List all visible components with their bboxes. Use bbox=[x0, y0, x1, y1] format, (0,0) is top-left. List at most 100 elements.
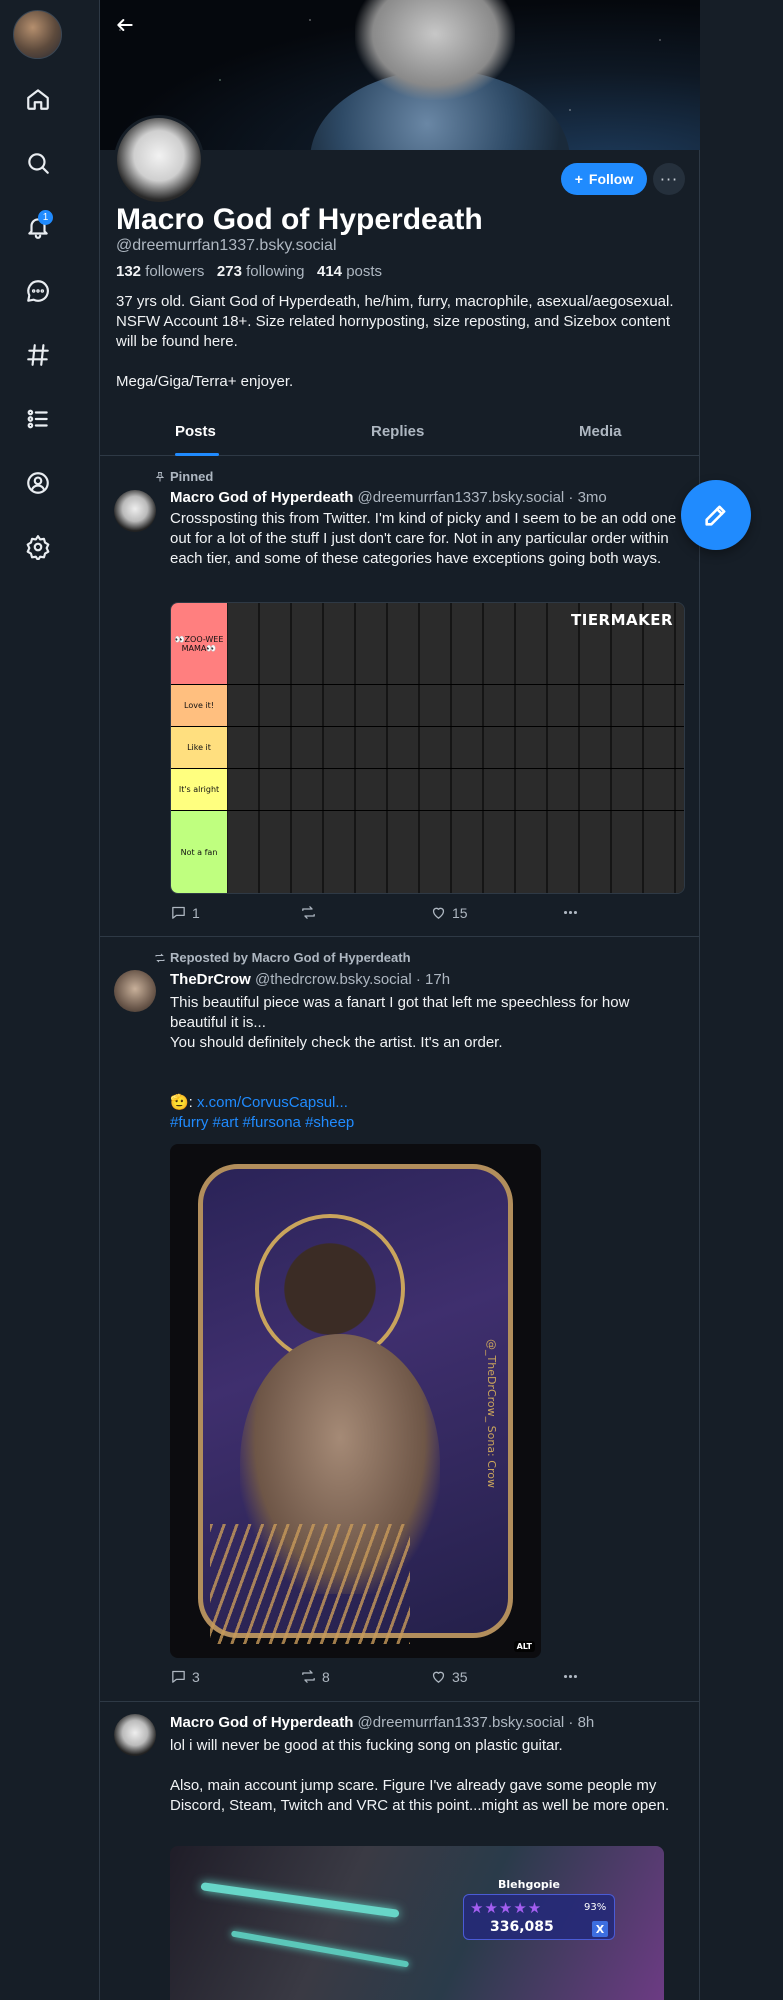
game-score-hud: ★★★★★ 93% 336,085 X bbox=[463, 1894, 615, 1940]
like-button[interactable]: 15 bbox=[430, 904, 468, 921]
game-light-stripe bbox=[200, 1882, 400, 1918]
post-author-meta[interactable]: @dreemurrfan1337.bsky.social · 8h bbox=[358, 1714, 595, 1731]
post-header: Macro God of Hyperdeath @dreemurrfan1337… bbox=[170, 489, 607, 506]
lists-icon[interactable] bbox=[19, 400, 57, 438]
posts-count: 414 posts bbox=[317, 263, 383, 280]
tab-posts[interactable]: Posts bbox=[175, 423, 216, 440]
post-author-avatar[interactable] bbox=[114, 1714, 156, 1756]
following-link[interactable]: 273 following bbox=[217, 263, 305, 280]
reply-button[interactable]: 1 bbox=[170, 904, 200, 921]
post-hashtags[interactable]: #furry #art #fursona #sheep bbox=[170, 1113, 685, 1133]
tier-items bbox=[228, 685, 684, 726]
compose-post-button[interactable] bbox=[681, 480, 751, 550]
post-author-name[interactable]: Macro God of Hyperdeath bbox=[170, 489, 353, 506]
tier-row: Love it! bbox=[171, 685, 684, 727]
search-icon[interactable] bbox=[19, 144, 57, 182]
alt-badge[interactable]: ALT bbox=[513, 1641, 535, 1652]
profile-tabs: Posts Replies Media bbox=[100, 412, 700, 456]
post-author-meta[interactable]: @dreemurrfan1337.bsky.social · 3mo bbox=[358, 489, 607, 506]
art-signature: @_TheDrCrow_ Sona: Crow bbox=[485, 1339, 498, 1488]
post-header: TheDrCrow @thedrcrow.bsky.social · 17h bbox=[170, 971, 450, 988]
post-actions: 3 8 35 bbox=[170, 1668, 590, 1688]
settings-gear-icon[interactable] bbox=[19, 528, 57, 566]
repost-button[interactable]: 8 bbox=[300, 1668, 330, 1685]
follow-button-label: Follow bbox=[588, 171, 634, 187]
left-sidebar: 1 bbox=[0, 0, 76, 2000]
tier-row: Not a fan bbox=[171, 811, 684, 893]
profile-avatar[interactable] bbox=[114, 115, 204, 205]
post-text: This beautiful piece was a fanart I got … bbox=[170, 994, 630, 1051]
like-button[interactable]: 35 bbox=[430, 1668, 468, 1685]
tier-label: It's alright bbox=[171, 769, 227, 810]
repost-small-icon bbox=[155, 953, 165, 962]
chat-icon[interactable] bbox=[19, 272, 57, 310]
home-icon[interactable] bbox=[19, 80, 57, 118]
post-text: Crossposting this from Twitter. I'm kind… bbox=[170, 510, 677, 567]
plus-icon: + bbox=[574, 171, 583, 187]
game-light-stripe bbox=[230, 1930, 410, 1968]
fanart-image[interactable]: @_TheDrCrow_ Sona: Crow ALT bbox=[170, 1144, 541, 1658]
repost-icon bbox=[302, 906, 315, 919]
notifications-icon[interactable]: 1 bbox=[19, 208, 57, 246]
tier-label: Not a fan bbox=[171, 811, 227, 893]
compose-pencil-icon bbox=[705, 505, 726, 526]
tier-row: 👀ZOO-WEE MAMA👀 TIERMAKER bbox=[171, 603, 684, 685]
banner-giant-figure bbox=[355, 0, 515, 100]
post-link-line: 🫡: x.com/CorvusCapsul... bbox=[170, 1094, 348, 1111]
profile-column: + Follow ··· Macro God of Hyperdeath @dr… bbox=[99, 0, 700, 2000]
star-rating-icons: ★★★★★ bbox=[470, 1899, 543, 1917]
tier-items bbox=[228, 769, 684, 810]
tier-label: 👀ZOO-WEE MAMA👀 bbox=[171, 603, 227, 684]
post-author-avatar[interactable] bbox=[114, 970, 156, 1012]
repost-icon bbox=[302, 1670, 315, 1683]
post-author-name[interactable]: Macro God of Hyperdeath bbox=[170, 1714, 353, 1731]
profile-bio: 37 yrs old. Giant God of Hyperdeath, he/… bbox=[116, 293, 674, 390]
more-options-button[interactable]: ··· bbox=[653, 163, 685, 195]
tab-media[interactable]: Media bbox=[579, 423, 622, 440]
tier-items bbox=[228, 727, 684, 768]
tier-label: Like it bbox=[171, 727, 227, 768]
post-external-link[interactable]: x.com/CorvusCapsul... bbox=[197, 1094, 348, 1111]
game-x-button-icon: X bbox=[592, 1921, 608, 1937]
profile-stats: 132 followers 273 following 414 posts bbox=[116, 263, 382, 280]
repost-indicator: Reposted by Macro God of Hyperdeath bbox=[154, 950, 411, 965]
tier-label: Love it! bbox=[171, 685, 227, 726]
heart-icon bbox=[432, 907, 445, 919]
game-percent: 93% bbox=[584, 1902, 607, 1913]
hashtag-feeds-icon[interactable] bbox=[19, 336, 57, 374]
tier-row: Like it bbox=[171, 727, 684, 769]
tier-list-image[interactable]: 👀ZOO-WEE MAMA👀 TIERMAKER Love it! Like i… bbox=[170, 602, 685, 894]
pinned-indicator: Pinned bbox=[154, 469, 213, 484]
active-tab-indicator bbox=[175, 453, 219, 456]
followers-link[interactable]: 132 followers bbox=[116, 263, 204, 280]
post-more-icon[interactable] bbox=[562, 1668, 579, 1685]
art-wheat bbox=[210, 1524, 410, 1644]
current-user-avatar[interactable] bbox=[13, 10, 62, 59]
game-score: 336,085 bbox=[490, 1919, 554, 1935]
profile-display-name: Macro God of Hyperdeath bbox=[116, 203, 483, 236]
reply-icon bbox=[172, 906, 185, 919]
post-author-avatar[interactable] bbox=[114, 490, 156, 532]
repost-button[interactable] bbox=[300, 904, 322, 921]
tiermaker-logo: TIERMAKER bbox=[571, 611, 674, 629]
back-arrow-icon[interactable] bbox=[110, 10, 140, 40]
tab-replies[interactable]: Replies bbox=[371, 423, 424, 440]
post-actions: 1 15 bbox=[170, 904, 590, 924]
reply-button[interactable]: 3 bbox=[170, 1668, 200, 1685]
post-author-name[interactable]: TheDrCrow bbox=[170, 971, 251, 988]
follow-button[interactable]: + Follow bbox=[561, 163, 647, 195]
tier-row: It's alright bbox=[171, 769, 684, 811]
notification-badge: 1 bbox=[38, 210, 53, 225]
tier-items bbox=[228, 811, 684, 893]
post-author-meta[interactable]: @thedrcrow.bsky.social · 17h bbox=[255, 971, 450, 988]
post-header: Macro God of Hyperdeath @dreemurrfan1337… bbox=[170, 1714, 594, 1731]
profile-handle: @dreemurrfan1337.bsky.social bbox=[116, 237, 337, 254]
game-screenshot-image[interactable]: Blehgopie ★★★★★ 93% 336,085 X bbox=[170, 1846, 664, 2000]
post-more-icon[interactable] bbox=[562, 904, 579, 921]
heart-icon bbox=[432, 1671, 445, 1683]
game-player-name: Blehgopie bbox=[498, 1878, 560, 1891]
profile-icon[interactable] bbox=[19, 464, 57, 502]
post-text: lol i will never be good at this fucking… bbox=[170, 1737, 670, 1814]
pin-icon bbox=[155, 471, 165, 481]
reply-icon bbox=[172, 1670, 185, 1683]
